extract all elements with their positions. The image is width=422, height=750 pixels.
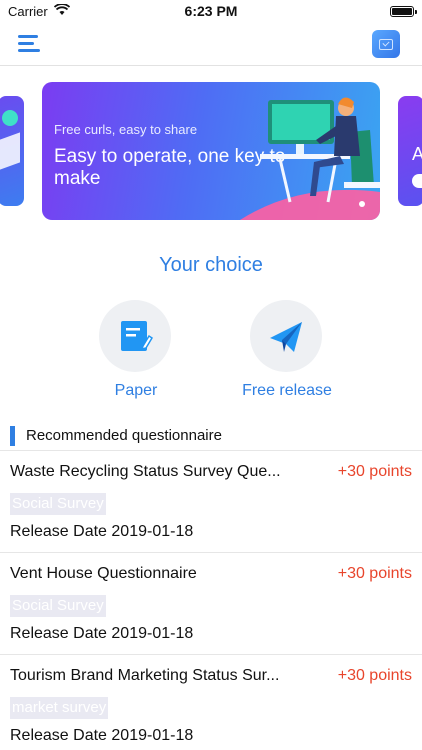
banner-next-card[interactable]: A (398, 96, 422, 206)
release-date: Release Date 2019-01-18 (10, 625, 194, 642)
questionnaire-title: Vent House Questionnaire (10, 565, 197, 582)
section-accent-bar (10, 426, 15, 446)
hamburger-menu-icon[interactable] (18, 35, 40, 53)
list-item[interactable]: Vent House Questionnaire +30 points Soci… (0, 552, 422, 654)
questionnaire-title: Waste Recycling Status Survey Que... (10, 463, 281, 480)
calendar-check-icon[interactable] (372, 30, 400, 58)
banner-card[interactable]: Free curls, easy to share Easy to operat… (42, 82, 380, 220)
list-item[interactable]: Waste Recycling Status Survey Que... +30… (0, 450, 422, 552)
free-release-option[interactable]: Free release (207, 300, 367, 410)
release-date: Release Date 2019-01-18 (10, 523, 194, 540)
section-title: Recommended questionnaire (26, 427, 222, 444)
category-tag: Social Survey (10, 595, 106, 617)
banner-carousel[interactable]: Free curls, easy to share Easy to operat… (0, 82, 422, 222)
points-reward: +30 points (337, 667, 412, 684)
questionnaire-title: Tourism Brand Marketing Status Sur... (10, 667, 280, 684)
clock: 6:23 PM (184, 3, 238, 19)
paper-option[interactable]: Paper (56, 300, 216, 410)
free-release-option-circle (250, 300, 322, 372)
paper-option-circle (99, 300, 171, 372)
questionnaire-list: Waste Recycling Status Survey Que... +30… (0, 450, 422, 750)
paper-plane-icon (270, 322, 302, 352)
status-bar: Carrier 6:23 PM (0, 0, 422, 22)
battery-icon (390, 6, 417, 17)
banner-subtitle: Free curls, easy to share (54, 122, 198, 137)
release-date: Release Date 2019-01-18 (10, 727, 194, 744)
points-reward: +30 points (337, 565, 412, 582)
battery-fill (392, 8, 412, 15)
nav-bar (0, 22, 422, 66)
list-item[interactable]: Tourism Brand Marketing Status Sur... +3… (0, 654, 422, 750)
banner-next-text: A (412, 144, 422, 164)
free-release-option-label: Free release (242, 382, 332, 399)
paper-option-label: Paper (114, 382, 158, 399)
category-tag: Social Survey (10, 493, 106, 515)
choice-title: Your choice (159, 254, 263, 276)
edit-document-icon (121, 321, 154, 351)
category-tag: market survey (10, 697, 109, 719)
desk-worker-illustration (240, 97, 380, 220)
banner-prev-card[interactable] (0, 96, 24, 206)
points-reward: +30 points (337, 463, 412, 480)
